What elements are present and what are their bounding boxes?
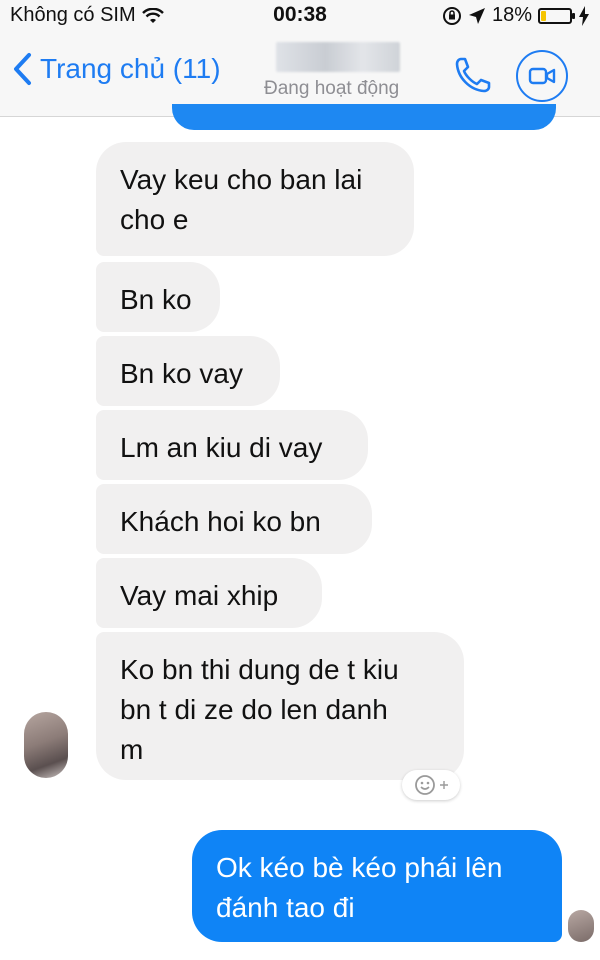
active-status: Đang hoạt động (264, 78, 400, 99)
chevron-left-icon (14, 53, 31, 85)
message-text: Khách hoi ko bn (120, 506, 321, 537)
call-button[interactable] (452, 54, 494, 96)
incoming-message-5[interactable]: Khách hoi ko bn (96, 484, 372, 554)
video-call-button[interactable] (516, 50, 568, 102)
back-label: Trang chủ (11) (40, 53, 221, 84)
charging-bolt-icon (579, 5, 589, 26)
incoming-message-7[interactable]: Ko bn thi dung de t kiu bn t di ze do le… (96, 632, 464, 780)
incoming-message-2[interactable]: Bn ko (96, 262, 220, 332)
incoming-message-3[interactable]: Bn ko vay (96, 336, 280, 406)
location-arrow-icon (468, 7, 485, 24)
contact-name-redacted (276, 42, 400, 72)
incoming-message-1[interactable]: Vay keu cho ban lai cho e (96, 142, 414, 256)
status-bar: Không có SIM 00:38 18% (0, 0, 600, 32)
message-text: Bn ko vay (120, 358, 243, 389)
battery-level (541, 10, 547, 21)
read-receipt-avatar (568, 910, 594, 942)
message-text: Bn ko (120, 284, 192, 315)
message-text: Ok kéo bè kéo phái lên đánh tao đi (216, 852, 503, 923)
status-right: 18% (442, 4, 590, 27)
battery-icon (538, 7, 575, 24)
back-button[interactable]: Trang chủ (11) (12, 52, 221, 86)
message-text: Vay mai xhip (120, 580, 279, 611)
orientation-lock-icon (442, 6, 461, 25)
add-reaction-button[interactable] (402, 770, 460, 800)
message-text: Lm an kiu di vay (120, 432, 323, 463)
outgoing-message-1[interactable]: Ok kéo bè kéo phái lên đánh tao đi (192, 830, 562, 942)
sender-avatar[interactable] (24, 712, 68, 778)
incoming-message-6[interactable]: Vay mai xhip (96, 558, 322, 628)
phone-icon (455, 57, 491, 93)
incoming-message-4[interactable]: Lm an kiu di vay (96, 410, 368, 480)
plus-icon (440, 781, 448, 789)
video-camera-icon (528, 67, 556, 85)
battery-percent: 18% (491, 4, 532, 26)
smiley-icon (415, 775, 435, 795)
message-text: Vay keu cho ban lai cho e (120, 164, 363, 235)
message-text: Ko bn thi dung de t kiu bn t di ze do le… (120, 654, 399, 765)
previous-message-bubble (172, 104, 556, 130)
